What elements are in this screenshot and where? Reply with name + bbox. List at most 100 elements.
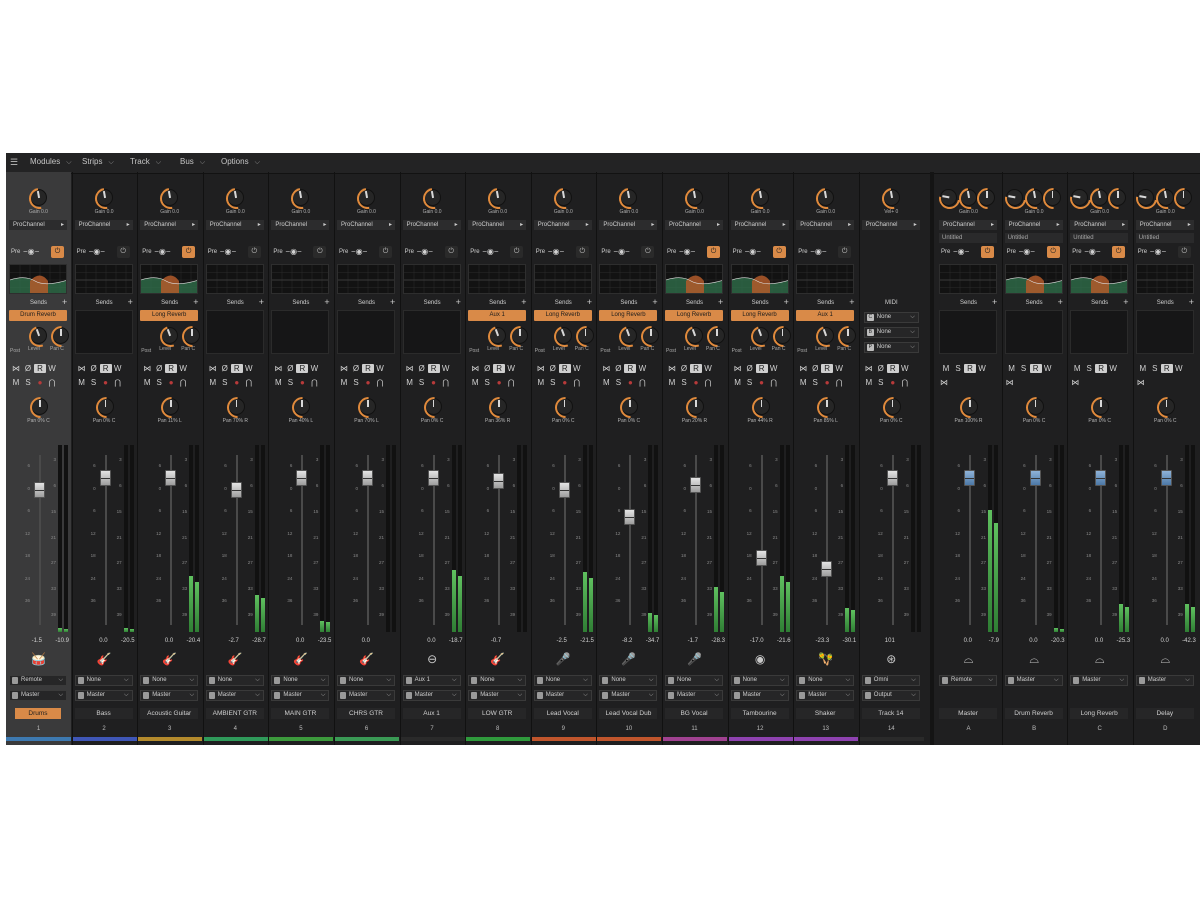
write-automation-button[interactable]: W bbox=[505, 364, 517, 373]
routing-switch-icon[interactable]: −◉− bbox=[679, 247, 695, 256]
gain-knob[interactable] bbox=[352, 183, 383, 214]
midi-dropdown[interactable]: C None ⌵ bbox=[863, 312, 919, 323]
eq-display[interactable] bbox=[665, 264, 723, 294]
record-arm-button[interactable]: ● bbox=[296, 378, 308, 387]
write-automation-button[interactable]: W bbox=[1042, 364, 1054, 373]
output-dropdown[interactable]: Master ⌵ bbox=[796, 690, 855, 701]
eq-display[interactable] bbox=[402, 264, 461, 294]
solo-button[interactable]: S bbox=[744, 378, 756, 387]
prochannel-header[interactable]: ProChannel ▸ bbox=[9, 220, 67, 230]
send-pan-knob[interactable] bbox=[177, 321, 208, 352]
solo-button[interactable]: S bbox=[547, 378, 559, 387]
input-dropdown[interactable]: None ⌵ bbox=[665, 675, 723, 686]
add-send-icon[interactable]: + bbox=[324, 298, 329, 307]
add-send-icon[interactable]: + bbox=[259, 298, 264, 307]
eq-display[interactable] bbox=[1135, 264, 1194, 294]
output-dropdown[interactable]: Master ⌵ bbox=[205, 690, 264, 701]
phase-invert-icon[interactable]: Ø bbox=[219, 364, 231, 373]
write-automation-button[interactable]: W bbox=[702, 364, 714, 373]
phase-invert-icon[interactable]: Ø bbox=[744, 364, 756, 373]
phase-link-icon[interactable]: ⋈ bbox=[207, 364, 219, 373]
write-automation-button[interactable]: W bbox=[1173, 364, 1185, 373]
pan-knob[interactable] bbox=[550, 392, 581, 423]
pan-knob[interactable] bbox=[812, 392, 843, 423]
write-automation-button[interactable]: W bbox=[112, 364, 124, 373]
send-pan-knob[interactable] bbox=[768, 321, 798, 352]
phase-link-icon[interactable]: ⋈ bbox=[76, 364, 88, 373]
read-automation-button[interactable]: R bbox=[296, 364, 309, 373]
input-dropdown[interactable]: None ⌵ bbox=[599, 675, 658, 686]
eq-display[interactable] bbox=[205, 264, 264, 294]
pan-knob[interactable] bbox=[91, 392, 121, 423]
pan-knob[interactable] bbox=[419, 392, 449, 423]
read-automation-button[interactable]: R bbox=[755, 364, 768, 373]
power-button[interactable]: ⏻ bbox=[707, 246, 720, 258]
add-send-icon[interactable]: + bbox=[521, 298, 526, 307]
pan-knob[interactable] bbox=[955, 392, 986, 423]
strip-name[interactable]: Acoustic Guitar bbox=[140, 708, 199, 719]
input-monitor-button[interactable]: ⋂ bbox=[571, 378, 583, 387]
send-pan-knob[interactable] bbox=[637, 321, 667, 352]
bus-gain-knob[interactable] bbox=[1151, 183, 1181, 214]
add-send-icon[interactable]: + bbox=[718, 298, 723, 307]
output-dropdown[interactable]: Master ⌵ bbox=[271, 690, 330, 701]
mute-button[interactable]: M bbox=[1137, 364, 1149, 373]
prochannel-header[interactable]: ProChannel ▸ bbox=[1004, 220, 1063, 230]
gain-knob[interactable] bbox=[877, 183, 907, 214]
eq-display[interactable] bbox=[939, 264, 997, 294]
output-dropdown[interactable]: Master ⌵ bbox=[140, 690, 199, 701]
volume-fader[interactable] bbox=[624, 509, 636, 526]
pan-knob[interactable] bbox=[353, 392, 384, 423]
pan-knob[interactable] bbox=[288, 392, 318, 423]
input-dropdown[interactable]: Omni ⌵ bbox=[861, 675, 920, 686]
read-automation-button[interactable]: R bbox=[230, 364, 243, 373]
mute-button[interactable]: M bbox=[666, 378, 678, 387]
pan-knob[interactable] bbox=[25, 392, 56, 423]
write-automation-button[interactable]: W bbox=[243, 364, 255, 373]
write-automation-button[interactable]: W bbox=[46, 364, 58, 373]
send-destination[interactable]: Aux 1 bbox=[796, 310, 855, 321]
solo-button[interactable]: S bbox=[481, 378, 493, 387]
midi-dropdown[interactable]: B None ⌵ bbox=[863, 327, 919, 338]
output-dropdown[interactable]: Master ⌵ bbox=[1135, 675, 1194, 686]
strip-name[interactable]: Delay bbox=[1135, 708, 1194, 719]
send-destination[interactable]: Long Reverb bbox=[533, 310, 592, 321]
prochannel-header[interactable]: ProChannel ▸ bbox=[730, 220, 789, 230]
options-menu[interactable]: Options ⌵ bbox=[221, 157, 260, 167]
power-button[interactable]: ⏻ bbox=[444, 246, 458, 258]
strip-name[interactable]: Lead Vocal bbox=[533, 708, 592, 719]
volume-fader[interactable] bbox=[1095, 470, 1107, 486]
bus-gain-knob[interactable] bbox=[1020, 183, 1050, 214]
record-arm-button[interactable]: ● bbox=[428, 378, 440, 387]
pan-knob[interactable] bbox=[1152, 392, 1183, 423]
prochannel-header[interactable]: ProChannel ▸ bbox=[337, 220, 395, 230]
phase-invert-icon[interactable]: Ø bbox=[88, 364, 100, 373]
gain-knob[interactable] bbox=[746, 183, 776, 214]
power-button[interactable]: ⏻ bbox=[182, 246, 196, 258]
add-send-icon[interactable]: + bbox=[1123, 298, 1128, 307]
read-automation-button[interactable]: R bbox=[1029, 364, 1042, 373]
send-destination[interactable]: Aux 1 bbox=[468, 310, 527, 321]
strip-name[interactable]: AMBIENT GTR bbox=[205, 708, 264, 719]
gain-knob[interactable] bbox=[24, 183, 55, 214]
send-level-knob[interactable] bbox=[747, 322, 776, 351]
read-automation-button[interactable]: R bbox=[821, 364, 834, 373]
solo-button[interactable]: S bbox=[219, 378, 231, 387]
volume-fader[interactable] bbox=[558, 481, 570, 498]
output-dropdown[interactable]: Master ⌵ bbox=[599, 690, 658, 701]
output-dropdown[interactable]: Remote ⌵ bbox=[939, 675, 997, 686]
phase-invert-icon[interactable]: Ø bbox=[350, 364, 362, 373]
power-button[interactable]: ⏻ bbox=[116, 246, 130, 258]
input-monitor-button[interactable]: ⋂ bbox=[833, 378, 845, 387]
input-monitor-button[interactable]: ⋂ bbox=[899, 378, 911, 387]
output-dropdown[interactable]: Master ⌵ bbox=[337, 690, 395, 701]
phase-link-icon[interactable]: ⋈ bbox=[732, 364, 744, 373]
phase-link-icon[interactable]: ⋈ bbox=[535, 364, 547, 373]
record-arm-button[interactable]: ● bbox=[493, 378, 505, 387]
power-button[interactable]: ⏻ bbox=[838, 246, 852, 258]
power-button[interactable]: ⏻ bbox=[313, 246, 327, 258]
send-destination[interactable]: Long Reverb bbox=[730, 310, 789, 321]
read-automation-button[interactable]: R bbox=[362, 364, 374, 373]
eq-display[interactable] bbox=[1004, 264, 1063, 294]
send-pan-knob[interactable] bbox=[702, 321, 733, 352]
